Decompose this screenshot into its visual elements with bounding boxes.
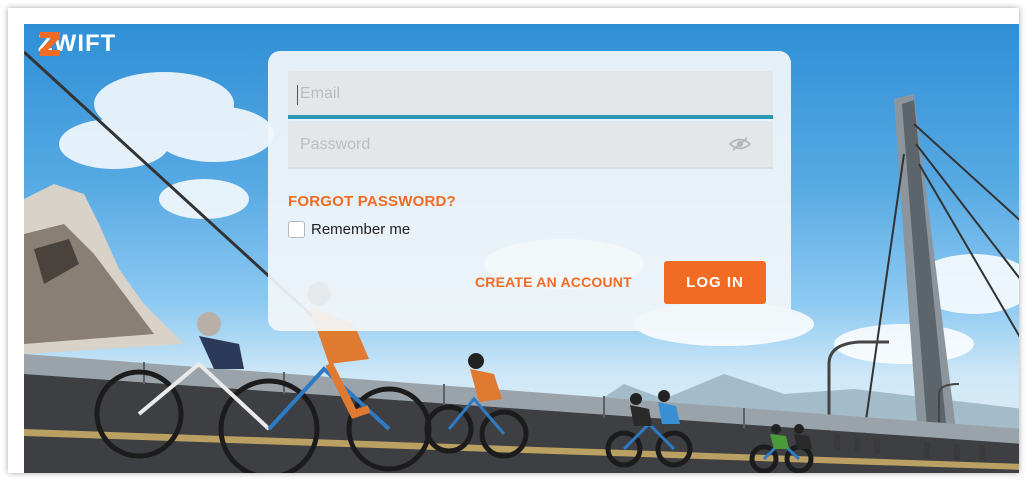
login-button[interactable]: LOG IN xyxy=(664,261,766,304)
remember-me-checkbox[interactable] xyxy=(288,221,305,238)
eye-slash-icon[interactable] xyxy=(729,137,751,151)
zwift-z-icon xyxy=(40,32,60,56)
create-account-link[interactable]: CREATE AN ACCOUNT xyxy=(475,274,632,290)
screenshot-frame: ZWIFT FORGOT PASSWORD? Remember me CREAT… xyxy=(8,8,1019,473)
password-field[interactable] xyxy=(288,121,773,169)
login-card: FORGOT PASSWORD? Remember me CREATE AN A… xyxy=(268,51,791,331)
remember-me-label: Remember me xyxy=(311,221,411,238)
forgot-password-link[interactable]: FORGOT PASSWORD? xyxy=(288,193,456,210)
email-field[interactable] xyxy=(288,71,773,119)
password-input[interactable] xyxy=(298,121,722,169)
email-input[interactable] xyxy=(298,71,722,117)
text-caret xyxy=(297,85,298,105)
remember-me[interactable]: Remember me xyxy=(288,221,410,238)
zwift-logo[interactable]: ZWIFT xyxy=(38,30,116,58)
